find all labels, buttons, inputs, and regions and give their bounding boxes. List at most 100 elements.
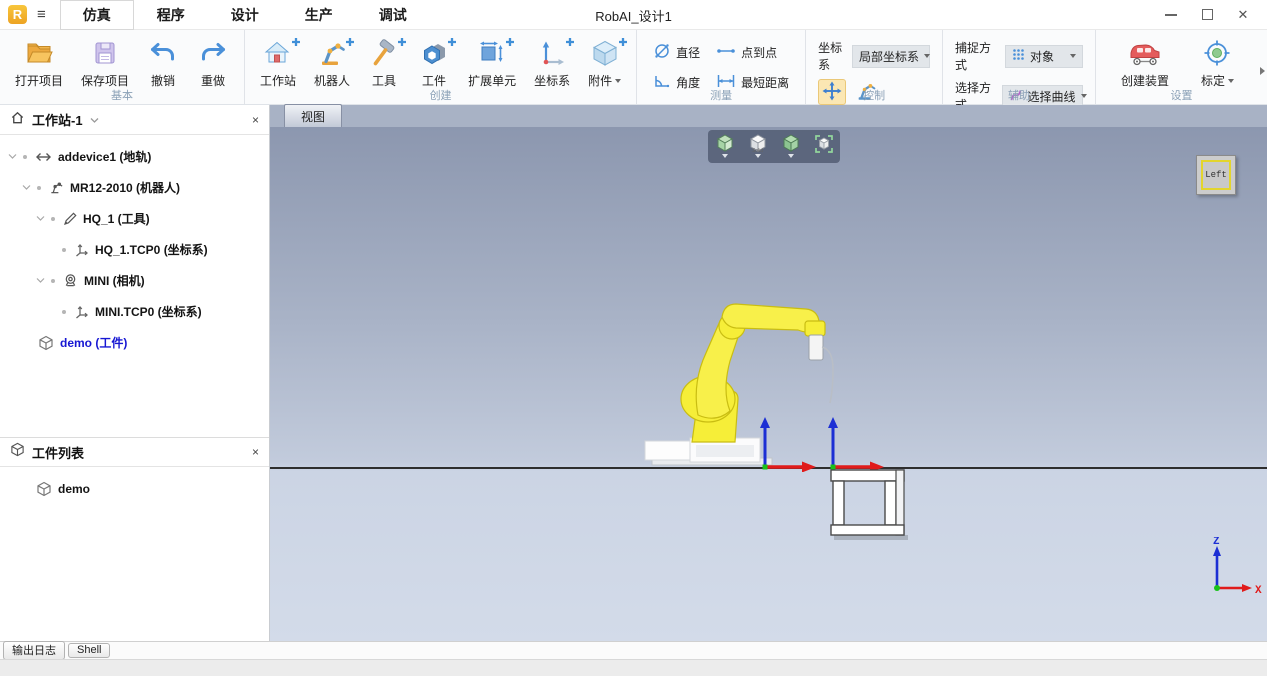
ribbon-expand-icon[interactable] <box>1260 62 1265 80</box>
tree-item-label: HQ_1.TCP0 (坐标系) <box>95 243 208 257</box>
create-robot-button[interactable]: 机器人 <box>305 34 359 92</box>
chevron-down-icon[interactable] <box>8 153 17 160</box>
create-tool-button[interactable]: 工具 <box>359 34 409 92</box>
wireframe-view-button[interactable] <box>712 133 738 160</box>
create-station-button[interactable]: 工作站 <box>251 34 305 92</box>
view-toolbar: Solid <box>708 130 840 163</box>
ribbon-group-settings: 创建装置 标定 设置 <box>1096 30 1267 104</box>
camera-icon <box>63 273 78 288</box>
scene-3d[interactable]: Solid Left Z X <box>270 127 1267 641</box>
tree-bullet <box>62 309 66 314</box>
snap-grid-icon <box>1012 48 1025 64</box>
station-panel-title: 工作站-1 <box>32 113 83 128</box>
undo-button[interactable]: 撤销 <box>138 34 188 92</box>
menu-tab-design[interactable]: 设计 <box>208 0 282 30</box>
undo-icon <box>147 37 179 69</box>
output-log-tab[interactable]: 输出日志 <box>3 641 65 660</box>
redo-icon <box>197 37 229 69</box>
workpiece-cube-icon <box>38 335 54 351</box>
menu-tab-program[interactable]: 程序 <box>134 0 208 30</box>
app-logo: R <box>8 5 27 24</box>
create-device-button[interactable]: 创建装置 <box>1112 34 1178 92</box>
tree-item-mr12-2010[interactable]: MR12-2010 (机器人) <box>0 172 269 203</box>
tree-bullet <box>37 185 41 190</box>
chevron-down-icon <box>1069 54 1076 58</box>
parts-panel-close-button[interactable]: × <box>252 445 259 459</box>
tree-item-demo[interactable]: demo (工件) <box>0 327 269 358</box>
coordinate-triads <box>760 417 884 472</box>
viewport-tab-view[interactable]: 视图 <box>284 104 343 127</box>
tree-item-mini-tcp0[interactable]: MINI.TCP0 (坐标系) <box>0 296 269 327</box>
maximize-icon <box>1201 9 1213 20</box>
chevron-down-icon[interactable] <box>90 111 99 129</box>
tree-item-label: MR12-2010 (机器人) <box>70 181 181 195</box>
parts-list-item-label: demo <box>58 482 91 496</box>
maximize-button[interactable] <box>1193 3 1221 27</box>
close-button[interactable]: ✕ <box>1229 3 1257 27</box>
chevron-down-icon[interactable] <box>36 215 45 222</box>
view-cube[interactable]: Left <box>1196 155 1236 195</box>
viewport-tab-bar: 视图 <box>270 104 1267 127</box>
shaded-view-button[interactable] <box>778 133 804 160</box>
tree-item-addevice1[interactable]: addevice1 (地轨) <box>0 141 269 172</box>
tree-item-hq1-tcp0[interactable]: HQ_1.TCP0 (坐标系) <box>0 234 269 265</box>
parts-panel-header: 工件列表 × <box>0 437 269 467</box>
calibrate-button[interactable]: 标定 <box>1192 34 1243 92</box>
create-attachment-button[interactable]: 附件 <box>579 34 630 92</box>
plus-badge-icon <box>505 34 515 52</box>
minimize-button[interactable] <box>1157 3 1185 27</box>
floppy-disk-icon <box>89 37 121 69</box>
viewport: 视图 Solid Left Z X <box>270 104 1267 641</box>
chevron-down-icon[interactable] <box>1228 78 1234 83</box>
tree-bullet <box>62 247 66 252</box>
shell-tab[interactable]: Shell <box>68 643 111 658</box>
parts-list-item-demo[interactable]: demo <box>0 475 269 503</box>
chevron-down-icon <box>721 154 728 158</box>
app-logo-letter: R <box>12 7 23 22</box>
save-project-button[interactable]: 保存项目 <box>72 34 138 92</box>
tree-item-label: HQ_1 (工具) <box>83 212 150 226</box>
create-frame-button[interactable]: 坐标系 <box>525 34 579 92</box>
measure-point-to-point-label: 点到点 <box>741 46 778 60</box>
menu-tab-production[interactable]: 生产 <box>282 0 356 30</box>
coord-system-value: 局部坐标系 <box>859 49 920 64</box>
coord-system-dropdown[interactable]: 局部坐标系 <box>852 44 931 68</box>
pen-tool-icon <box>63 211 77 226</box>
window-title-text: RobAI_设计1 <box>595 8 672 24</box>
tree-item-label: MINI (相机) <box>84 274 145 288</box>
group-label-settings: 设置 <box>1170 90 1193 102</box>
tree-item-hq1[interactable]: HQ_1 (工具) <box>0 203 269 234</box>
tree-bullet <box>51 278 55 283</box>
menu-tab-debug[interactable]: 调试 <box>356 0 430 30</box>
create-extension-button[interactable]: 扩展单元 <box>459 34 525 92</box>
menu-tab-simulation[interactable]: 仿真 <box>59 0 134 30</box>
parts-list: demo <box>0 467 269 503</box>
measure-diameter-button[interactable]: 直径 <box>653 42 700 63</box>
car-icon <box>1126 37 1164 69</box>
coordinate-frame-icon <box>536 37 575 69</box>
solid-view-button[interactable]: Solid <box>745 133 771 160</box>
ribbon-group-assist: 捕捉方式 对象 选择方式 选择曲线 辅助 <box>943 30 1096 112</box>
extension-unit-icon <box>476 37 515 69</box>
tree-item-label: addevice1 (地轨) <box>58 150 152 164</box>
chevron-down-icon[interactable] <box>36 277 45 284</box>
chevron-down-icon[interactable] <box>22 184 31 191</box>
main-menu-icon[interactable]: ≡ <box>37 6 46 23</box>
z-axis-label: Z <box>1213 537 1220 548</box>
create-part-button[interactable]: 工件 <box>409 34 459 92</box>
plus-badge-icon <box>618 34 628 52</box>
station-panel-header: 工作站-1 × <box>0 105 269 135</box>
fit-view-button[interactable] <box>811 133 837 160</box>
snap-mode-dropdown[interactable]: 对象 <box>1004 44 1083 68</box>
ribbon-group-create: 工作站 机器人 工具 工件 扩展单元 坐标系 附件 创建 <box>245 30 638 104</box>
chevron-down-icon[interactable] <box>615 78 622 83</box>
tree-bullet <box>51 216 55 221</box>
station-panel-close-button[interactable]: × <box>252 113 259 127</box>
measure-diameter-label: 直径 <box>676 46 701 60</box>
measure-point-to-point-button[interactable]: 点到点 <box>716 42 789 63</box>
tree-bullet <box>23 154 27 159</box>
ribbon-group-basic: 打开项目 保存项目 撤销 重做 基本 <box>0 30 246 104</box>
open-project-button[interactable]: 打开项目 <box>6 34 72 92</box>
tree-item-mini[interactable]: MINI (相机) <box>0 265 269 296</box>
redo-button[interactable]: 重做 <box>188 34 238 92</box>
